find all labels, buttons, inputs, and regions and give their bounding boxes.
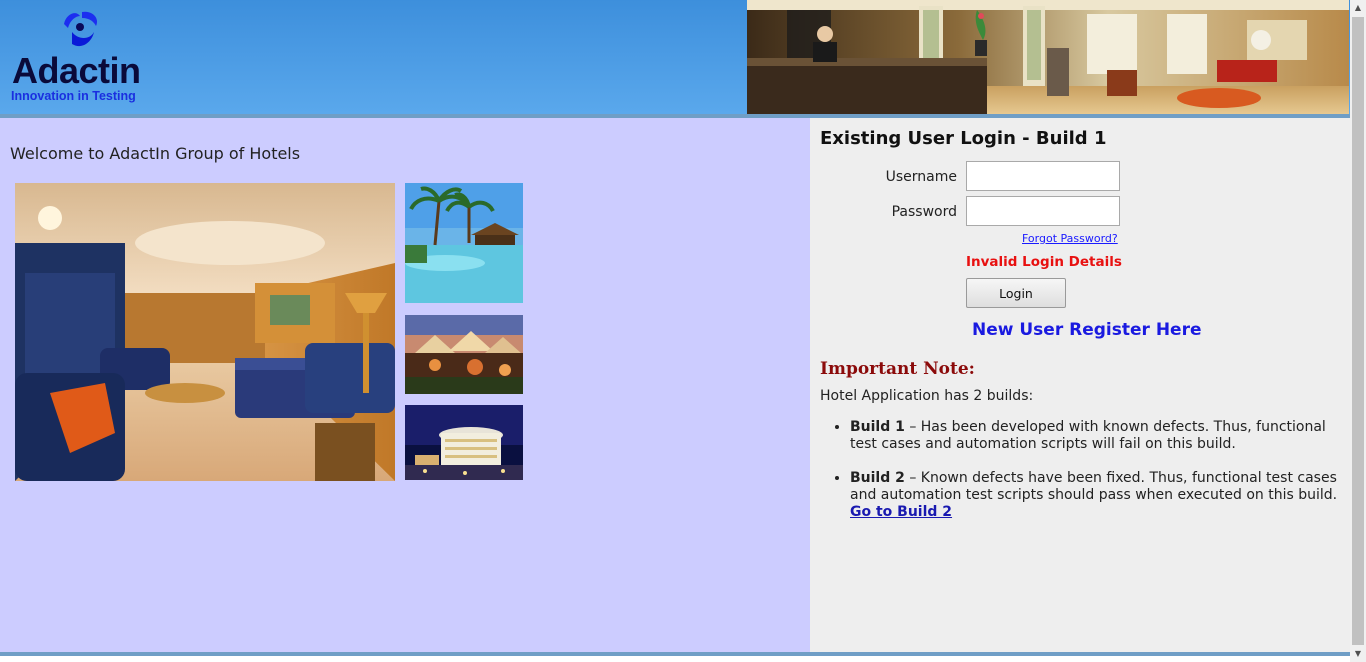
adactin-logo[interactable]: Adactin Innovation in Testing — [10, 8, 160, 108]
important-note-title: Important Note: — [820, 359, 975, 379]
new-user-register-link[interactable]: New User Register Here — [972, 320, 1202, 340]
build-note-text: – Known defects have been fixed. Thus, f… — [850, 470, 1338, 503]
vertical-scrollbar[interactable]: ▲ ▼ — [1350, 0, 1366, 662]
scrollbar-thumb[interactable] — [1352, 17, 1364, 645]
logo-name: Adactin — [12, 50, 141, 91]
username-input[interactable] — [966, 161, 1120, 191]
footer — [0, 656, 1350, 662]
forgot-password-link[interactable]: Forgot Password? — [1022, 232, 1118, 245]
pool-image — [405, 183, 523, 303]
build-note-label: Build 2 — [850, 470, 905, 486]
build-note-label: Build 1 — [850, 419, 905, 435]
build-note-text: – Has been developed with known defects.… — [850, 419, 1326, 452]
username-label: Username — [885, 169, 957, 185]
login-panel: Existing User Login - Build 1 Username P… — [810, 118, 1350, 653]
resort-evening-image — [405, 315, 523, 394]
scroll-up-arrow-icon[interactable]: ▲ — [1350, 0, 1366, 16]
login-error-message: Invalid Login Details — [966, 254, 1122, 270]
welcome-panel: Welcome to AdactIn Group of Hotels — [0, 118, 810, 653]
welcome-text: Welcome to AdactIn Group of Hotels — [10, 144, 301, 163]
hotel-lobby-banner-image — [747, 0, 1349, 114]
password-input[interactable] — [966, 196, 1120, 226]
important-note-intro: Hotel Application has 2 builds: — [820, 388, 1034, 404]
hotel-room-image — [15, 183, 395, 481]
logo-swirl-icon — [64, 11, 98, 47]
logo-tagline: Innovation in Testing — [11, 89, 136, 103]
build-note-item: Build 1 – Has been developed with known … — [850, 419, 1345, 453]
login-title: Existing User Login - Build 1 — [820, 128, 1107, 149]
page-header: Adactin Innovation in Testing — [0, 0, 1350, 114]
login-button[interactable]: Login — [966, 278, 1066, 308]
build-notes-list: Build 1 – Has been developed with known … — [850, 419, 1345, 521]
go-to-build-2-link[interactable]: Go to Build 2 — [850, 504, 952, 520]
hotel-night-image — [405, 405, 523, 480]
password-label: Password — [891, 204, 957, 220]
build-note-item: Build 2 – Known defects have been fixed.… — [850, 470, 1345, 521]
scroll-down-arrow-icon[interactable]: ▼ — [1350, 646, 1366, 662]
